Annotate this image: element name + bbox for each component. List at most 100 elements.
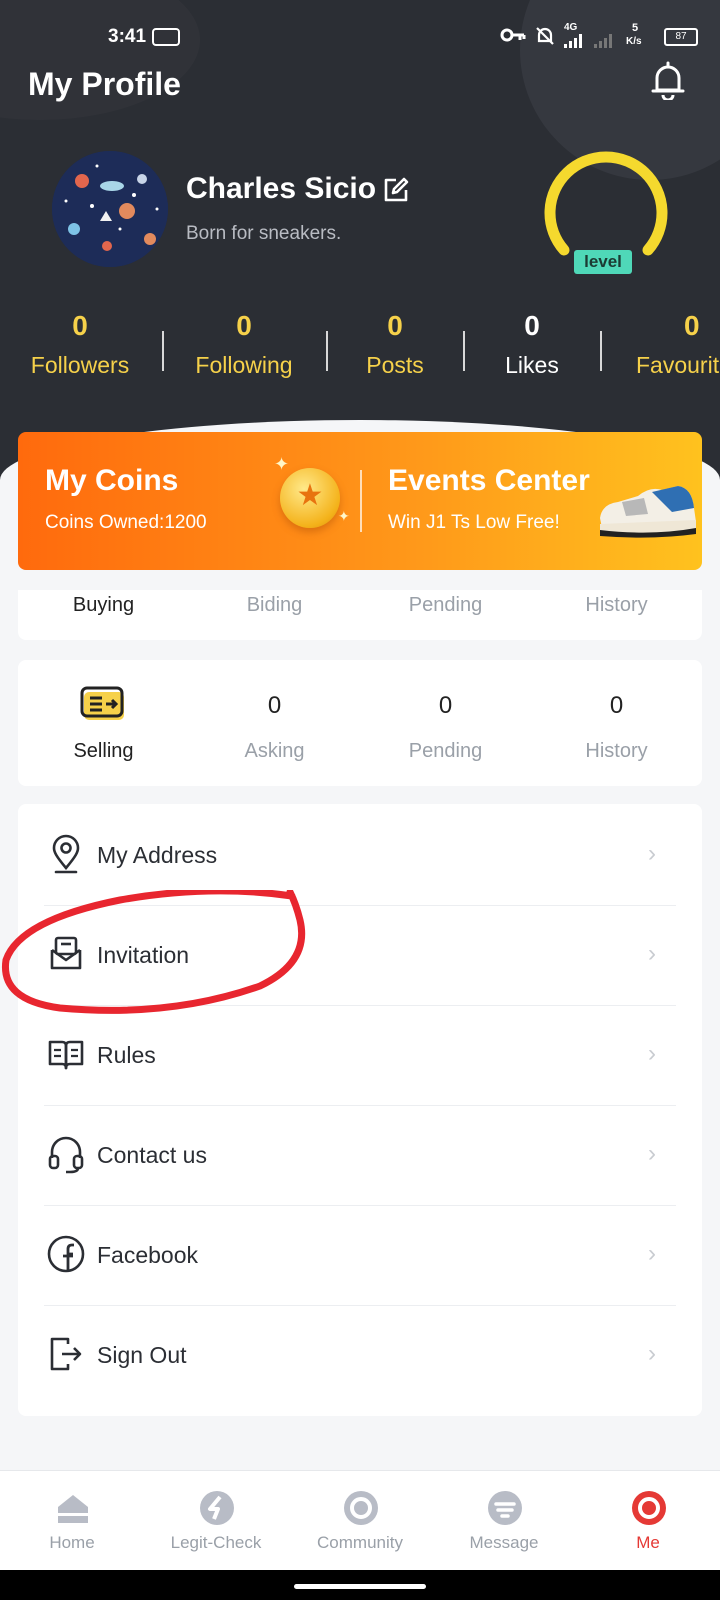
level-badge: level — [574, 250, 632, 274]
location-pin-icon — [52, 834, 80, 874]
promo-divider — [360, 470, 362, 532]
selling-asking[interactable]: 0 Asking — [189, 660, 360, 786]
system-navigation-bar — [0, 1570, 720, 1600]
sneaker-icon — [600, 486, 696, 538]
tab-label: Community — [317, 1533, 403, 1552]
facebook-icon — [47, 1235, 85, 1273]
tab-message[interactable]: Message — [432, 1471, 576, 1571]
chevron-right-icon: › — [648, 1240, 656, 1267]
book-icon — [48, 1040, 84, 1070]
menu-label: My Address — [97, 842, 218, 868]
menu-label: Invitation — [97, 942, 190, 968]
signal-weak-icon — [594, 34, 612, 48]
bottom-tab-bar: Home Legit-Check Community Message Me — [0, 1470, 720, 1571]
menu-item-my-address[interactable]: My Address › — [18, 804, 702, 906]
network-type-badge: 4G — [564, 22, 578, 33]
stat-value: 0 — [684, 310, 700, 341]
tab-label: Me — [636, 1533, 660, 1552]
sparkle-icon: ✦ — [274, 454, 290, 474]
tab-pending[interactable]: Pending — [360, 594, 531, 617]
events-subtitle: Win J1 Ts Low Free! — [388, 512, 560, 533]
menu-label: Facebook — [97, 1242, 199, 1268]
space-pattern-avatar-icon — [52, 151, 168, 267]
tab-biding[interactable]: Biding — [189, 594, 360, 617]
tab-me[interactable]: Me — [576, 1471, 720, 1571]
stat-divider — [600, 331, 602, 371]
chevron-right-icon: › — [648, 1140, 656, 1167]
chevron-right-icon: › — [648, 1040, 656, 1067]
stat-followers[interactable]: 0 Followers — [0, 310, 160, 379]
menu-label: Sign Out — [97, 1342, 187, 1368]
buying-card: Buying Biding Pending History — [18, 590, 702, 640]
tab-home[interactable]: Home — [0, 1471, 144, 1571]
avatar[interactable] — [52, 151, 168, 267]
net-speed-value: 5 — [632, 22, 639, 34]
tab-label: Message — [469, 1533, 539, 1552]
user-name: Charles Sicio — [186, 172, 377, 205]
legit-check-icon — [200, 1491, 234, 1525]
chevron-right-icon: › — [648, 1340, 656, 1367]
events-center-title[interactable]: Events Center — [388, 464, 590, 498]
vpn-key-icon — [500, 28, 526, 42]
coin-icon: ★ — [280, 468, 340, 528]
stat-likes[interactable]: 0 Likes — [452, 310, 612, 379]
net-speed-unit: K/s — [626, 36, 642, 47]
user-bio: Born for sneakers. — [186, 223, 342, 244]
menu-item-contact-us[interactable]: Contact us › — [18, 1104, 702, 1206]
stat-posts[interactable]: 0 Posts — [315, 310, 475, 379]
menu-item-sign-out[interactable]: Sign Out › — [18, 1304, 702, 1406]
edit-profile-icon[interactable] — [382, 176, 410, 204]
notification-bell-icon[interactable] — [650, 60, 686, 100]
tab-label: Legit-Check — [170, 1533, 262, 1552]
selling-card: Selling 0 Asking 0 Pending 0 History — [18, 660, 702, 786]
tab-buying[interactable]: Buying — [18, 594, 189, 617]
stat-value: 0 — [236, 310, 252, 341]
tab-community[interactable]: Community — [288, 1471, 432, 1571]
stat-following[interactable]: 0 Following — [164, 310, 324, 379]
message-icon — [488, 1491, 522, 1525]
selling-history[interactable]: 0 History — [531, 660, 702, 786]
pending-label: Pending — [408, 740, 483, 762]
tab-history[interactable]: History — [531, 594, 702, 617]
chevron-right-icon: › — [648, 840, 656, 867]
stat-value: 0 — [72, 310, 88, 341]
screen-record-icon — [152, 28, 180, 46]
home-gesture-handle[interactable] — [294, 1584, 426, 1589]
menu-label: Contact us — [97, 1142, 207, 1168]
stat-divider — [162, 331, 164, 371]
wallet-icon — [80, 686, 124, 720]
selling-section[interactable]: Selling — [18, 660, 189, 786]
selling-pending[interactable]: 0 Pending — [360, 660, 531, 786]
history-count: 0 — [609, 692, 624, 719]
stat-value: 0 — [524, 310, 540, 341]
bell-muted-icon — [536, 27, 554, 45]
sign-out-icon — [50, 1337, 82, 1371]
asking-count: 0 — [267, 692, 282, 719]
stat-label: Following — [195, 352, 293, 378]
asking-label: Asking — [244, 740, 305, 762]
stat-label: Favourit — [636, 352, 720, 378]
battery-icon: 87 — [664, 28, 698, 46]
stat-favourites[interactable]: 0 Favourit — [612, 310, 720, 379]
stat-divider — [463, 331, 465, 371]
headset-icon — [48, 1136, 84, 1174]
pending-count: 0 — [438, 692, 453, 719]
settings-menu: My Address › Invitation › Rules › Contac… — [18, 804, 702, 1416]
my-coins-title[interactable]: My Coins — [45, 464, 178, 498]
status-bar: 3:41 4G 5 K/s 87 — [0, 22, 720, 52]
stat-label: Likes — [505, 352, 559, 378]
history-label: History — [585, 740, 648, 762]
profile-stats: 0 Followers 0 Following 0 Posts 0 Likes … — [0, 310, 720, 390]
menu-item-rules[interactable]: Rules › — [18, 1004, 702, 1106]
tab-label: Home — [49, 1533, 95, 1552]
promo-banner: My Coins Coins Owned:1200 ★ ✦ ✦ Events C… — [18, 432, 702, 570]
tab-legit-check[interactable]: Legit-Check — [144, 1471, 288, 1571]
status-time: 3:41 — [108, 26, 147, 47]
chevron-right-icon: › — [648, 940, 656, 967]
menu-item-invitation[interactable]: Invitation › — [18, 904, 702, 1006]
selling-label: Selling — [73, 740, 134, 762]
menu-label: Rules — [97, 1042, 156, 1068]
menu-item-facebook[interactable]: Facebook › — [18, 1204, 702, 1306]
home-icon — [58, 1495, 88, 1523]
page-title: My Profile — [28, 66, 181, 102]
